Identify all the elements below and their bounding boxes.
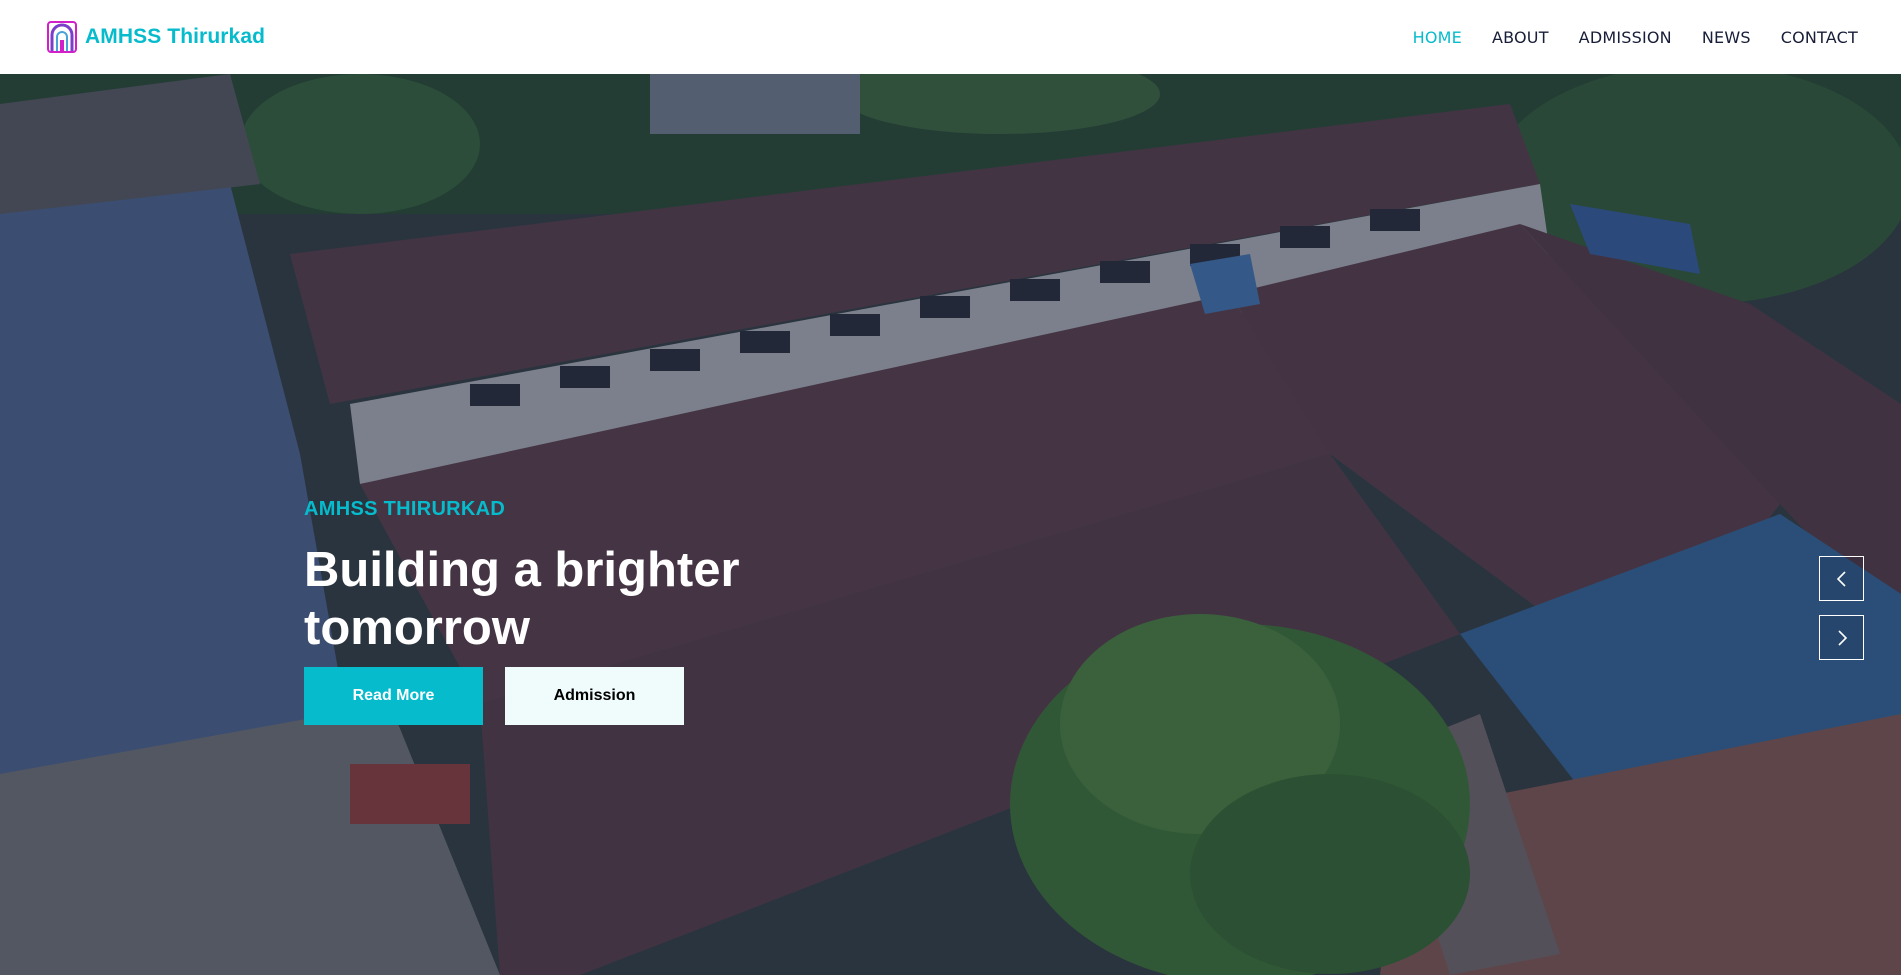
hero-caption: AMHSS THIRURKAD Building a brighter tomo… [304,498,1204,725]
nav-item-contact[interactable]: CONTACT [1766,28,1873,47]
admission-button[interactable]: Admission [505,667,684,725]
nav-item-admission[interactable]: ADMISSION [1564,28,1687,47]
nav-item-news[interactable]: NEWS [1687,28,1766,47]
nav-item-home[interactable]: HOME [1398,28,1477,47]
hero-headline-line2: tomorrow [304,601,530,655]
school-arch-logo-icon [47,21,77,53]
hero-kicker: AMHSS THIRURKAD [304,498,506,520]
hero-buttons: Read More Admission [304,667,1204,725]
navbar: AMHSS Thirurkad HOME ABOUT ADMISSION NEW… [0,0,1901,74]
read-more-button[interactable]: Read More [304,667,483,725]
carousel-next-button[interactable] [1819,615,1864,660]
hero-headline-line1: Building a brighter [304,543,740,597]
nav-item-about[interactable]: ABOUT [1477,28,1564,47]
brand-link[interactable]: AMHSS Thirurkad [47,21,265,53]
main-nav: HOME ABOUT ADMISSION NEWS CONTACT [1398,28,1873,47]
hero-carousel: AMHSS THIRURKAD Building a brighter tomo… [0,74,1901,975]
chevron-right-icon [1837,629,1847,646]
brand-name: AMHSS Thirurkad [85,25,266,48]
hero-headline: Building a brighter tomorrow [304,541,1204,657]
carousel-prev-button[interactable] [1819,556,1864,601]
chevron-left-icon [1836,570,1846,587]
